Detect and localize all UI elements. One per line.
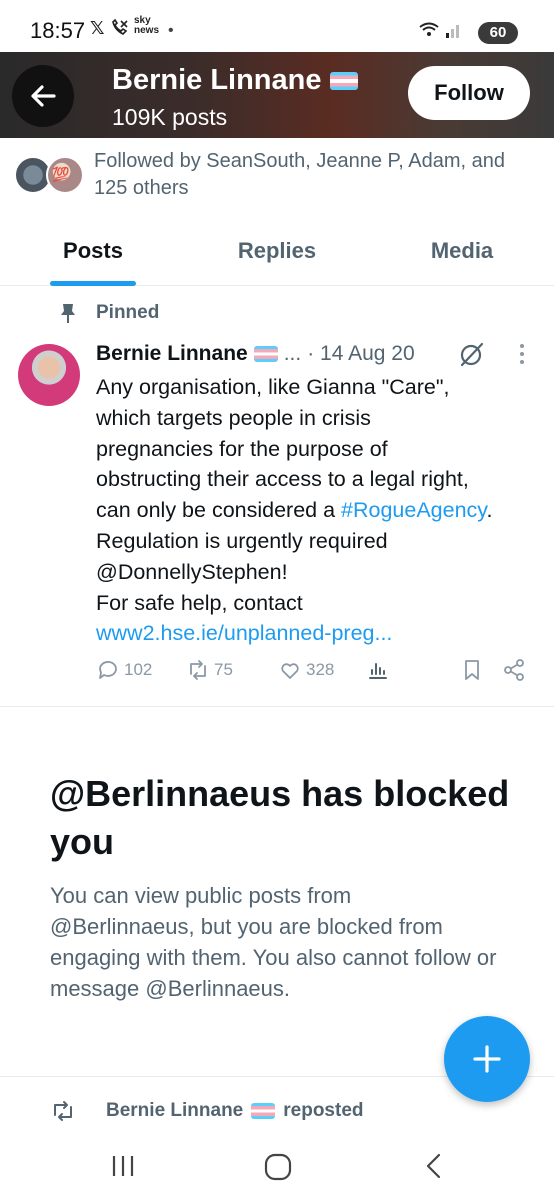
blocked-title: @Berlinnaeus has blocked you xyxy=(50,773,510,862)
x-notification-icon: 𝕏 xyxy=(90,18,105,38)
reply-icon xyxy=(99,661,117,679)
blocked-description: You can view public posts from @Berlinna… xyxy=(50,883,497,1001)
sky-news-icon: sky news xyxy=(134,16,159,36)
grok-icon[interactable] xyxy=(458,340,486,368)
profile-name-text: Bernie Linnane xyxy=(112,64,322,96)
more-options-icon[interactable] xyxy=(512,342,532,366)
post-header: Bernie Linnane ... · 14 Aug 20 xyxy=(96,342,415,366)
sky-news-bottom: news xyxy=(134,25,160,36)
wifi-signal-icon xyxy=(418,20,462,45)
views-button[interactable] xyxy=(366,658,390,682)
post-text: Any organisation, like Gianna "Care", wh… xyxy=(96,372,546,649)
back-nav-icon[interactable] xyxy=(422,1152,446,1180)
like-count: 328 xyxy=(306,660,335,679)
status-time: 18:57 xyxy=(30,18,86,43)
reposted-label: reposted xyxy=(283,1100,364,1121)
like-button[interactable]: 328 xyxy=(278,658,334,682)
post-actions: 102 75 328 xyxy=(96,658,536,688)
hashtag-link[interactable]: #RogueAgency xyxy=(341,498,486,522)
back-button[interactable] xyxy=(12,65,74,127)
pinned-label: Pinned xyxy=(58,302,159,324)
plus-icon xyxy=(473,1045,501,1073)
active-tab-indicator xyxy=(50,281,136,286)
post-date: · 14 Aug 20 xyxy=(307,342,415,365)
pinned-text: Pinned xyxy=(96,302,160,323)
trans-flag-icon xyxy=(329,71,358,90)
trans-flag-icon xyxy=(251,1103,276,1119)
profile-tabs: Posts Replies Media xyxy=(0,222,554,286)
followed-by-text: Followed by SeanSouth, Jeanne P, Adam, a… xyxy=(94,150,506,199)
tab-replies[interactable]: Replies xyxy=(220,238,334,264)
repost-count: 75 xyxy=(214,660,233,679)
post-text-line: Any organisation, like Gianna "Care", xyxy=(96,375,450,399)
battery-indicator: 60 xyxy=(478,22,518,44)
arrow-left-icon xyxy=(31,85,56,107)
follower-avatar: 💯 xyxy=(46,156,84,194)
bookmark-button[interactable] xyxy=(460,658,484,682)
call-missed-icon xyxy=(110,18,130,43)
author-avatar[interactable] xyxy=(18,344,80,406)
heart-icon xyxy=(281,663,299,679)
bookmark-icon xyxy=(465,660,479,680)
share-button[interactable] xyxy=(502,658,526,682)
post-text-line: which targets people in crisis xyxy=(96,405,371,430)
profile-header: Bernie Linnane 109K posts Follow xyxy=(0,52,554,138)
repost-icon xyxy=(190,660,206,680)
post-text-line: can only be considered a #RogueAgency. xyxy=(96,495,546,526)
home-icon[interactable] xyxy=(263,1152,293,1182)
system-navigation-bar xyxy=(0,1138,554,1200)
post-text-segment: can only be considered a xyxy=(96,498,342,523)
posts-count: 109K posts xyxy=(112,104,228,130)
follower-avatar-emoji: 💯 xyxy=(52,166,70,182)
tab-posts[interactable]: Posts xyxy=(50,238,136,264)
pin-icon xyxy=(61,304,75,323)
follow-button[interactable]: Follow xyxy=(408,66,530,120)
mention-text: @DonnellyStephen! xyxy=(96,559,288,584)
share-icon xyxy=(504,659,524,681)
more-notifications-dot: • xyxy=(168,22,174,39)
reply-count: 102 xyxy=(124,660,153,679)
repost-icon xyxy=(54,1101,72,1121)
post-text-line: Regulation is urgently required xyxy=(96,528,388,553)
analytics-icon xyxy=(369,663,387,679)
followed-by-row[interactable]: 💯 Followed by SeanSouth, Jeanne P, Adam,… xyxy=(0,148,554,208)
tab-media[interactable]: Media xyxy=(412,238,512,264)
recent-apps-icon[interactable] xyxy=(110,1152,136,1180)
reply-button[interactable]: 102 xyxy=(96,658,152,682)
profile-name: Bernie Linnane xyxy=(112,64,358,97)
section-divider xyxy=(0,706,554,707)
post-text-segment: . xyxy=(486,498,493,523)
status-bar: 18:57 𝕏 sky news • 60 xyxy=(0,0,554,58)
post-text-line: For safe help, contact xyxy=(96,590,303,615)
post-text-line: obstructing their access to a legal righ… xyxy=(96,467,469,492)
trans-flag-icon xyxy=(253,346,278,362)
post-author-ellipsis: ... xyxy=(283,342,302,365)
repost-button[interactable]: 75 xyxy=(186,658,233,682)
compose-post-button[interactable] xyxy=(444,1016,530,1102)
url-link[interactable]: www2.hse.ie/unplanned-preg... xyxy=(96,618,546,649)
post-author-name[interactable]: Bernie Linnane xyxy=(96,342,248,366)
reposted-indicator: Bernie Linnane reposted xyxy=(50,1100,364,1122)
reposter-name[interactable]: Bernie Linnane xyxy=(106,1100,243,1122)
post-text-line: pregnancies for the purpose of xyxy=(96,436,388,461)
